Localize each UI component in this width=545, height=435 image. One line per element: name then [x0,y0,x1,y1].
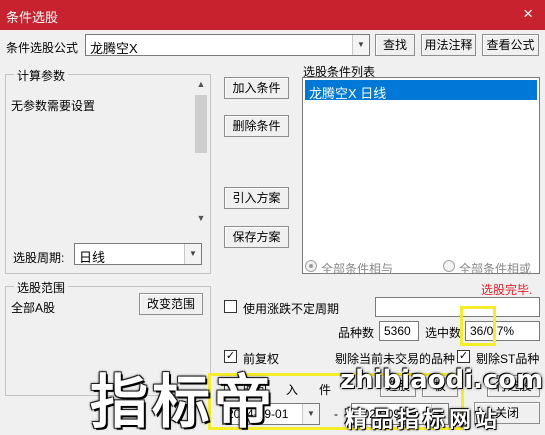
add-condition-button[interactable]: 加入条件 [224,77,289,99]
and-radio[interactable] [305,260,317,272]
exclude-st-checkbox[interactable]: ✓ [457,350,470,363]
range-legend: 选股范围 [14,279,69,296]
formula-value: 龙腾空X [90,41,138,56]
window-title: 条件选股 [6,10,59,25]
watermark-subtitle: 精品指标网站 [345,408,502,433]
save-plan-button[interactable]: 保存方案 [224,226,289,248]
radio-dot [309,264,313,268]
params-group: 计算参数 无参数需要设置 ▲ ▼ 选股周期: 日线 ▼ [5,67,211,274]
scroll-down-icon[interactable]: ▼ [194,211,208,225]
change-range-button[interactable]: 改变范围 [139,293,203,315]
selected-label: 选中数 [425,326,462,340]
chevron-down-icon[interactable]: ▼ [184,244,201,264]
title-bar: 条件选股 × [0,0,545,30]
and-label: 全部条件相与 [321,262,394,276]
dialog-body: 条件选股公式 龙腾空X ▼ 查找 用法注释 查看公式 计算参数 无参数需要设置 … [0,30,545,435]
conditions-list[interactable]: 龙腾空X 日线 [302,77,540,274]
period-value: 日线 [79,250,106,265]
formula-select[interactable]: 龙腾空X ▼ [85,34,370,56]
usage-notes-button[interactable]: 用法注释 [421,34,476,56]
import-plan-button[interactable]: 引入方案 [224,187,289,209]
count-field: 5360 [379,321,419,341]
watermark-url: zhibiaodi.com [340,365,544,395]
count-label: 品种数 [338,326,375,340]
period-select[interactable]: 日线 ▼ [74,243,202,265]
scroll-thumb[interactable] [195,95,207,153]
chevron-down-icon[interactable]: ▼ [352,35,369,55]
uncertain-period-field[interactable] [375,297,540,317]
find-button[interactable]: 查找 [375,34,415,56]
or-radio[interactable] [443,260,455,272]
scroll-up-icon[interactable]: ▲ [194,77,208,91]
list-item[interactable]: 龙腾空X 日线 [305,80,537,101]
view-formula-button[interactable]: 查看公式 [482,34,539,56]
params-legend: 计算参数 [14,67,69,84]
selected-count-highlight [460,306,496,346]
watermark-logo: 指标帝 [90,368,277,435]
formula-label: 条件选股公式 [6,41,79,55]
range-value: 全部A股 [11,301,56,315]
params-text: 无参数需要设置 [11,99,96,113]
uncertain-period-label: 使用涨跌不定周期 [243,302,340,316]
params-scrollbar[interactable]: ▲ ▼ [194,77,208,225]
uncertain-period-checkbox[interactable] [224,300,237,313]
or-label: 全部条件相或 [459,262,532,276]
period-label: 选股周期: [13,251,65,265]
delete-condition-button[interactable]: 删除条件 [224,115,289,137]
close-icon[interactable]: × [523,4,533,24]
status-text: 选股完毕. [481,283,533,297]
